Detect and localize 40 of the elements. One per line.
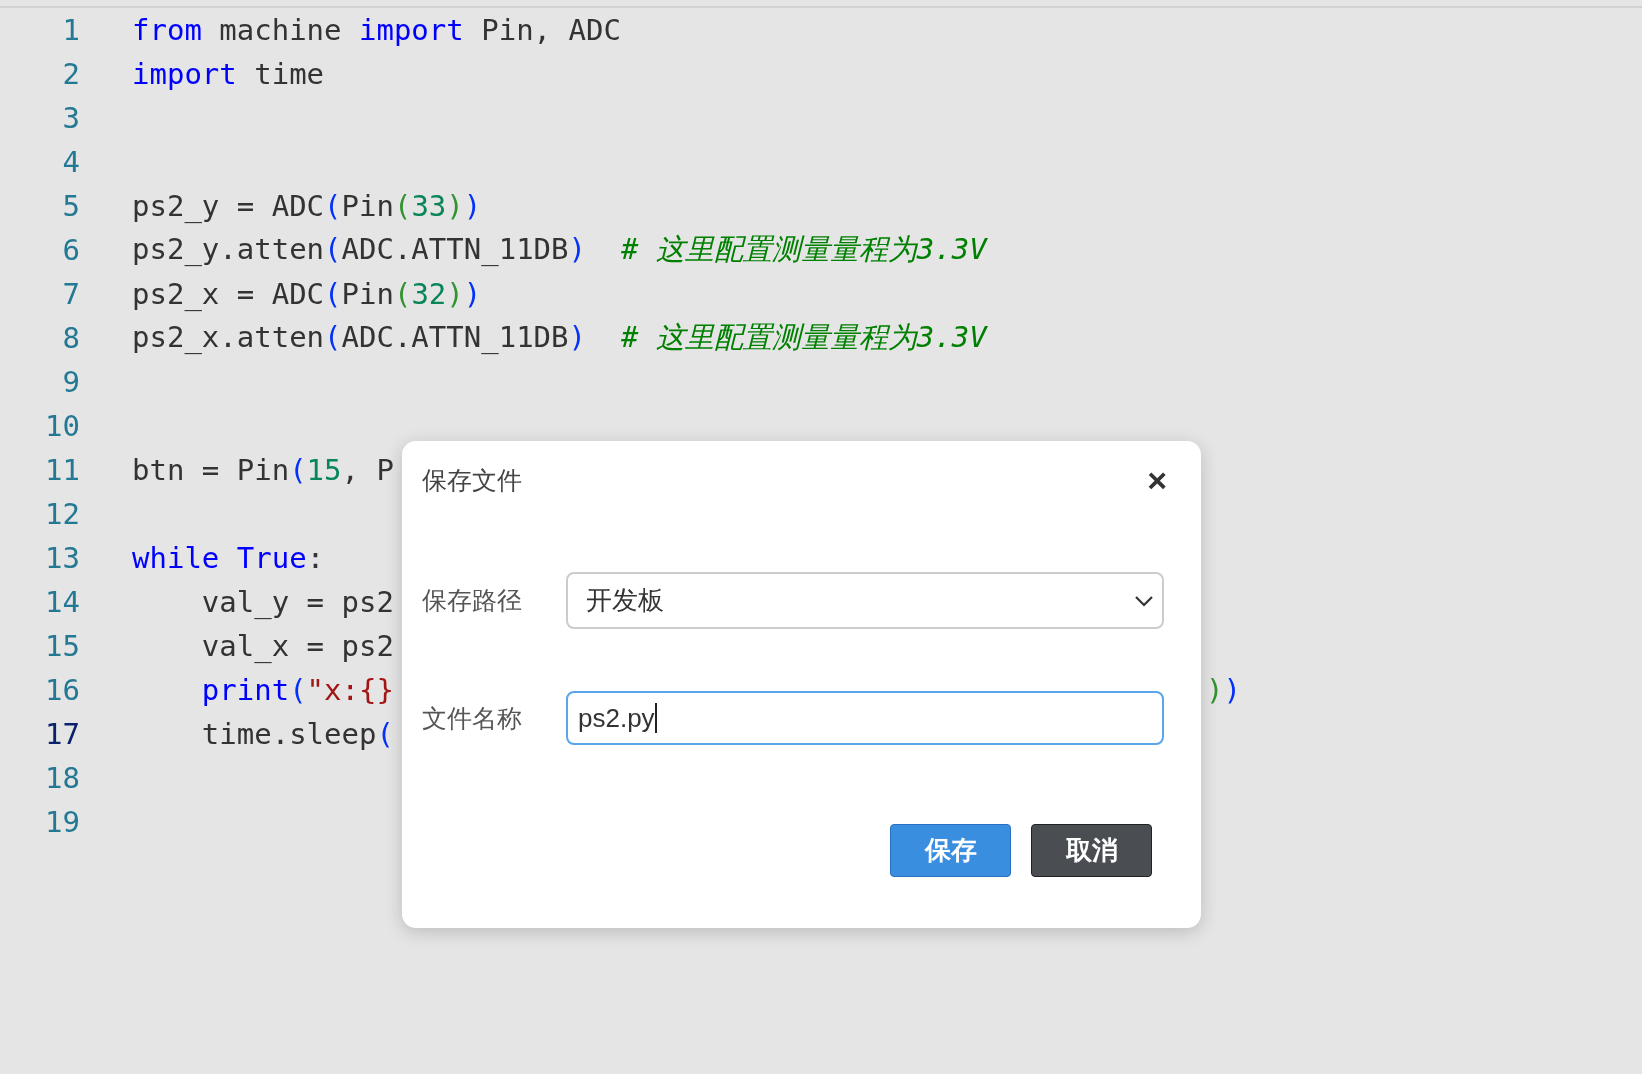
line-number: 4: [61, 145, 80, 179]
line-number: 3: [61, 101, 80, 135]
line-number: 8: [61, 321, 80, 355]
code-fragment: )): [1206, 673, 1241, 707]
dialog-title: 保存文件: [422, 464, 522, 496]
line-number: 10: [44, 409, 80, 443]
code-line: from machine import Pin, ADC: [132, 13, 621, 47]
code-line: val_y = ps2: [200, 585, 394, 619]
cancel-button[interactable]: 取消: [1031, 824, 1152, 877]
line-number: 5: [61, 189, 80, 223]
field-label: 文件名称: [422, 702, 523, 734]
code-line: ps2_x = ADC(Pin(32)): [132, 277, 482, 311]
close-button[interactable]: ×: [1147, 463, 1181, 497]
line-number: 16: [44, 673, 80, 707]
code-line: time.sleep(: [200, 717, 394, 751]
filename-input[interactable]: ps2.py: [566, 691, 1164, 745]
line-number: 17: [44, 717, 80, 751]
line-number: 6: [61, 233, 80, 267]
code-line: import time: [132, 57, 325, 91]
line-number: 15: [44, 629, 80, 663]
chevron-down-icon: [1134, 594, 1154, 607]
line-number: 1: [61, 13, 80, 47]
code-line: while True:: [132, 541, 325, 575]
code-line: ps2_y = ADC(Pin(33)): [132, 189, 482, 223]
line-number: 18: [44, 761, 80, 795]
code-line: ps2_y.atten(ADC.ATTN_11DB) # 这里配置测量量程为3.3V: [132, 231, 987, 268]
line-number: 7: [61, 277, 80, 311]
code-line: ps2_x.atten(ADC.ATTN_11DB) # 这里配置测量量程为3.3V: [132, 319, 987, 356]
code-line: print("x:{}: [200, 673, 394, 707]
line-number: 14: [44, 585, 80, 619]
code-line: btn = Pin(15, P: [132, 453, 394, 487]
line-number: 19: [44, 805, 80, 839]
line-number: 12: [44, 497, 80, 531]
line-number: 13: [44, 541, 80, 575]
field-label: 保存路径: [422, 585, 523, 616]
line-number: 2: [61, 57, 80, 91]
path-dropdown[interactable]: 开发板: [566, 572, 1164, 629]
line-number: 11: [44, 453, 80, 487]
line-number: 9: [61, 365, 80, 399]
code-line: val_x = ps2: [200, 629, 394, 663]
